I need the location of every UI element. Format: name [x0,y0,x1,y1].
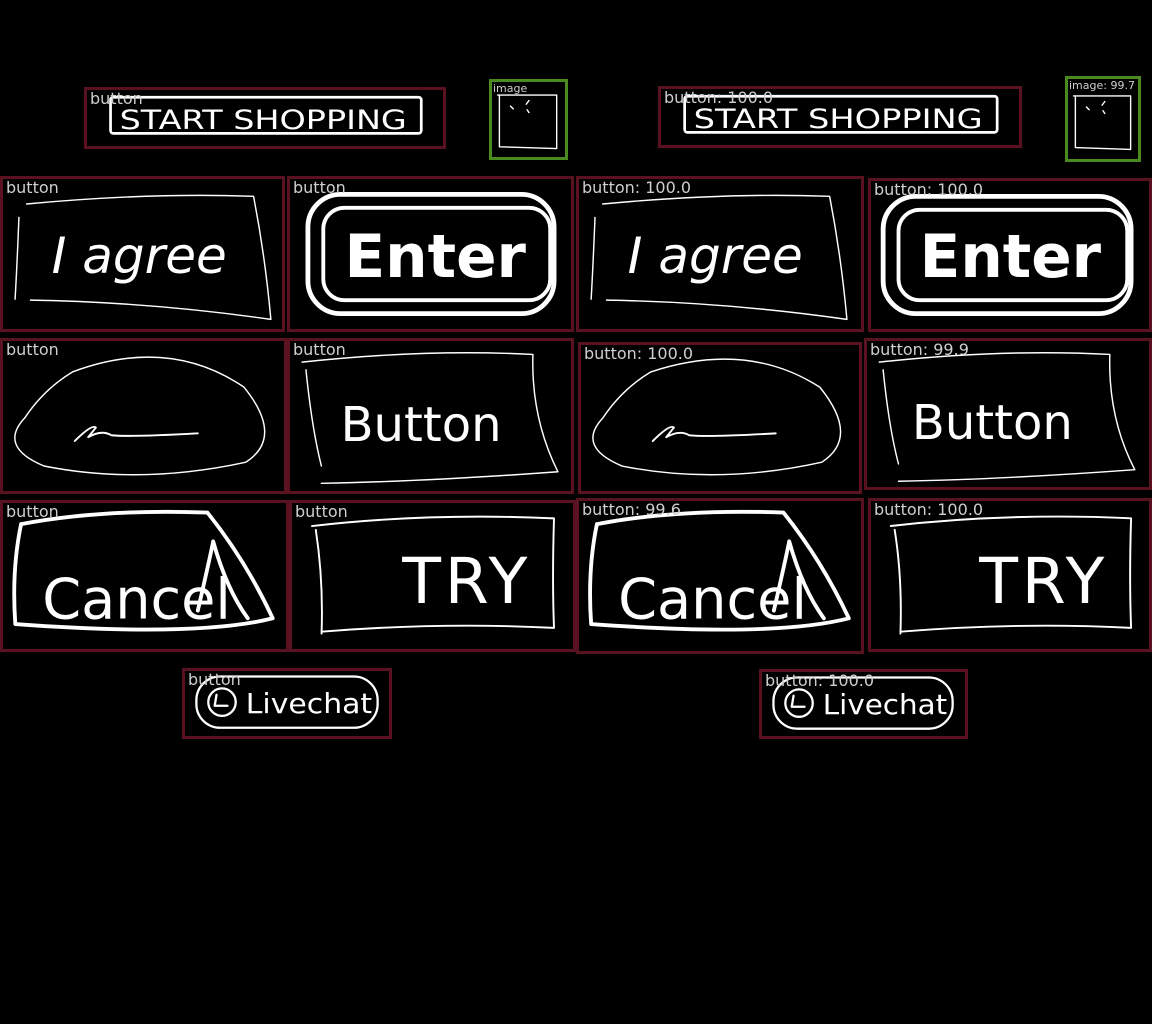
scribble-button[interactable]: button [0,338,287,494]
detection-label: button: 100.0 [584,344,694,363]
detection-label: button: 100.0 [874,500,984,519]
i-agree-text: I agree [628,227,803,285]
detection-label: button [293,340,346,359]
i-agree-button[interactable]: I agree button: 100.0 [576,176,864,332]
try-text: TRY [978,544,1108,618]
detection-label: button [6,178,59,197]
button-button[interactable]: Button button: 99.9 [864,338,1152,490]
start-shopping-button[interactable]: START SHOPPING button [84,87,446,149]
enter-text: Enter [920,223,1102,292]
try-button[interactable]: TRY button: 100.0 [868,498,1152,652]
cancel-button[interactable]: Cancel button: 99.6 [576,498,864,654]
cancel-text: Cancel [42,567,231,632]
detection-label: button: 100.0 [765,671,875,690]
detection-label: button [188,670,241,689]
sketch-panel-left: START SHOPPING button image I agree butt… [0,0,576,1024]
try-text: TRY [401,544,531,618]
detection-label: button: 100.0 [664,88,774,107]
detection-label: image: 99.7 [1069,79,1135,92]
image-placeholder: image: 99.7 [1065,76,1141,162]
enter-button[interactable]: Enter button: 100.0 [868,178,1152,332]
start-shopping-button[interactable]: START SHOPPING button: 100.0 [658,86,1022,148]
detection-label: image [493,82,528,95]
cancel-button[interactable]: Cancel button [0,500,289,652]
button-text: Button [341,397,502,453]
livechat-button[interactable]: Livechat button: 100.0 [759,669,968,739]
livechat-text: Livechat [823,690,948,721]
scribble-button[interactable]: button: 100.0 [578,342,862,494]
cancel-text: Cancel [618,567,807,632]
detection-label: button [295,502,348,521]
detection-label: button [90,89,143,108]
detection-label: button: 100.0 [874,180,984,199]
start-shopping-text: START SHOPPING [120,105,407,136]
detection-label: button: 99.9 [870,340,969,359]
livechat-text: Livechat [246,689,373,720]
sketch-panel-right: START SHOPPING button: 100.0 image: 99.7… [576,0,1152,1024]
detection-label: button: 99.6 [582,500,681,519]
image-placeholder: image [489,79,568,160]
button-text: Button [912,395,1073,451]
detection-label: button [293,178,346,197]
try-button[interactable]: TRY button [289,500,576,652]
detection-label: button [6,340,59,359]
enter-text: Enter [344,223,526,292]
livechat-button[interactable]: Livechat button [182,668,392,739]
start-shopping-text: START SHOPPING [694,104,983,135]
i-agree-button[interactable]: I agree button [0,176,285,332]
enter-button[interactable]: Enter button [287,176,574,332]
i-agree-text: I agree [52,227,227,285]
detection-label: button: 100.0 [582,178,692,197]
detection-label: button [6,502,59,521]
button-button[interactable]: Button button [287,338,574,494]
